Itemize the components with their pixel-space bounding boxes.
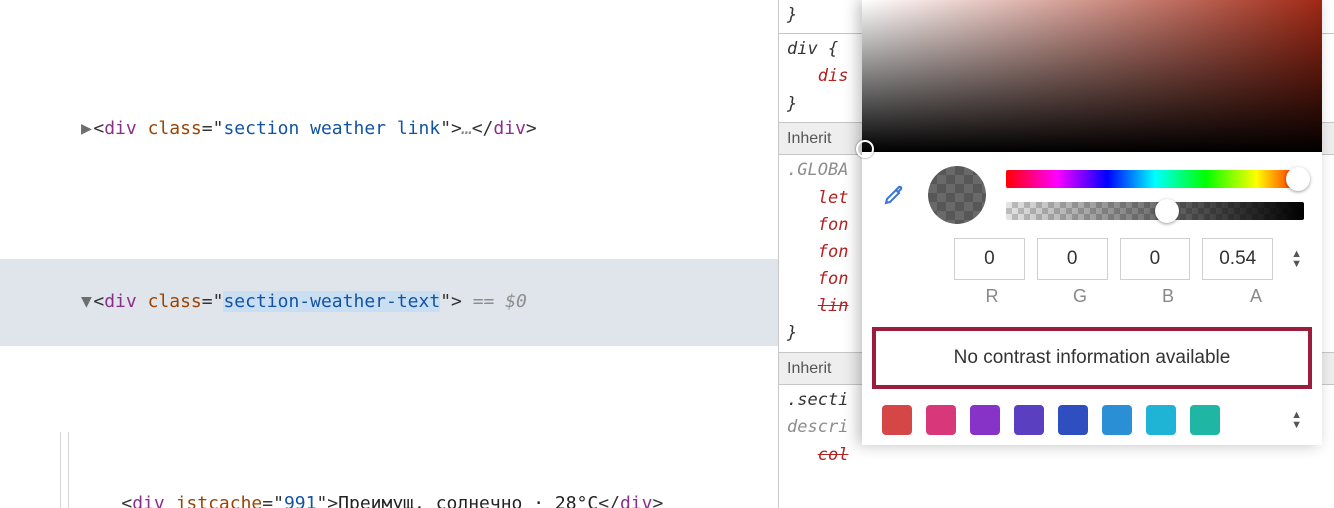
eyedropper-icon: [882, 183, 906, 207]
chevron-down-icon: ▼: [1291, 420, 1302, 430]
rule-selector[interactable]: .secti: [787, 390, 848, 410]
r-label: R: [954, 282, 1030, 311]
palette-swatch[interactable]: [1014, 405, 1044, 435]
elements-dom-tree[interactable]: ▶<div class="section weather link">…</di…: [0, 0, 778, 508]
rule-brace: }: [787, 5, 797, 25]
palette-swatch[interactable]: [882, 405, 912, 435]
dom-line[interactable]: <div jstcache="991">Преимущ. солнечно · …: [0, 432, 778, 508]
chevron-down-icon: ▼: [1291, 259, 1302, 269]
g-input[interactable]: 0: [1037, 238, 1108, 280]
css-property[interactable]: fon: [818, 215, 849, 235]
css-property[interactable]: fon: [818, 269, 849, 289]
hue-thumb[interactable]: [1286, 167, 1310, 191]
color-picker: 0 0 0 0.54 ▲▼ R G B A No contrast inform…: [862, 0, 1322, 445]
palette-swatch[interactable]: [1102, 405, 1132, 435]
css-property[interactable]: fon: [818, 242, 849, 262]
current-color-swatch: [928, 166, 986, 224]
dom-line[interactable]: ▶<div class="section weather link">…</di…: [0, 86, 778, 172]
expand-arrow-icon[interactable]: ▶: [79, 115, 93, 144]
r-input[interactable]: 0: [954, 238, 1025, 280]
palette-swatch[interactable]: [1058, 405, 1088, 435]
alpha-thumb[interactable]: [1155, 199, 1179, 223]
saturation-area[interactable]: [862, 0, 1322, 152]
rule-selector[interactable]: descri: [787, 417, 848, 437]
alpha-slider[interactable]: [1006, 202, 1304, 220]
format-switcher[interactable]: ▲▼: [1291, 249, 1302, 269]
eyedropper-button[interactable]: [880, 181, 908, 209]
palette-swatch[interactable]: [1190, 405, 1220, 435]
a-input[interactable]: 0.54: [1202, 238, 1273, 280]
g-label: G: [1042, 282, 1118, 311]
color-palette: ▲▼: [862, 401, 1322, 445]
palette-swatch[interactable]: [1146, 405, 1176, 435]
b-label: B: [1130, 282, 1206, 311]
css-property-overridden[interactable]: lin: [818, 296, 849, 316]
saturation-cursor[interactable]: [856, 140, 874, 158]
contrast-info: No contrast information available: [872, 327, 1312, 389]
hue-slider[interactable]: [1006, 170, 1304, 188]
rule-selector[interactable]: .GLOBA: [787, 160, 848, 180]
collapse-arrow-icon[interactable]: ▼: [79, 288, 93, 317]
palette-swatch[interactable]: [970, 405, 1000, 435]
rule-selector[interactable]: div: [787, 39, 818, 59]
css-property-overridden[interactable]: col: [818, 445, 849, 465]
palette-swatch[interactable]: [926, 405, 956, 435]
b-input[interactable]: 0: [1120, 238, 1191, 280]
palette-switcher[interactable]: ▲▼: [1291, 410, 1302, 430]
a-label: A: [1218, 282, 1294, 311]
dom-line-selected[interactable]: ▼<div class="section-weather-text"> == $…: [0, 259, 778, 345]
css-property[interactable]: dis: [818, 66, 849, 86]
css-property[interactable]: let: [818, 188, 849, 208]
